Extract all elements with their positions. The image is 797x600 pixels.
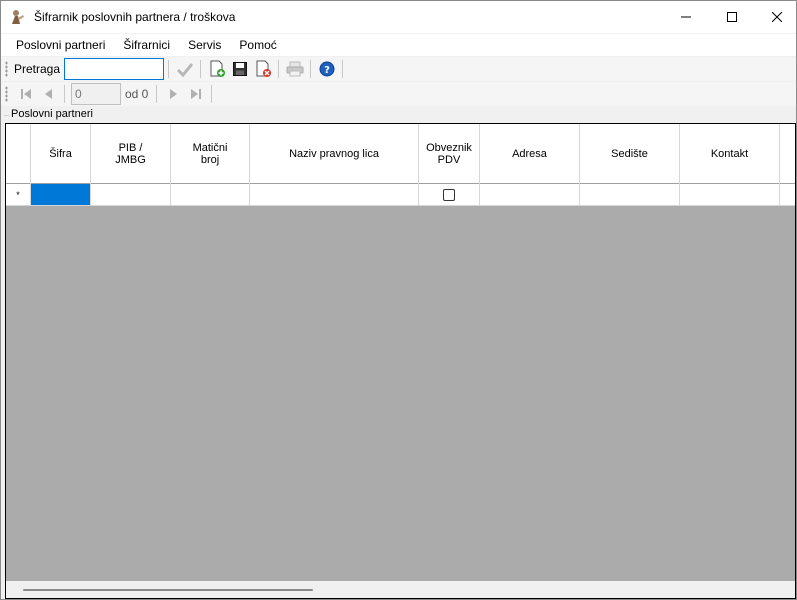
- grid-header: Šifra PIB / JMBG Matični broj Naziv prav…: [6, 124, 795, 184]
- next-record-button[interactable]: [161, 83, 184, 105]
- column-header-kontakt[interactable]: Kontakt: [680, 124, 780, 184]
- column-header-label: Sedište: [611, 148, 648, 160]
- group-box-line: [4, 115, 9, 116]
- group-box-label: Poslovni partneri: [11, 108, 93, 120]
- maximize-icon: [727, 12, 737, 22]
- menu-servis[interactable]: Servis: [179, 34, 230, 56]
- check-icon: [176, 63, 193, 77]
- help-icon: ?: [319, 61, 335, 77]
- toolbar-separator: [342, 60, 344, 78]
- minimize-button[interactable]: [663, 1, 709, 33]
- cell-sifra[interactable]: [31, 184, 91, 205]
- minimize-icon: [681, 16, 691, 18]
- menu-pomoc[interactable]: Pomoć: [230, 34, 285, 56]
- toolbar-separator: [168, 60, 170, 78]
- column-header-label: Šifra: [49, 148, 72, 160]
- main-toolbar: Pretraga ?: [1, 57, 796, 81]
- last-record-button[interactable]: [184, 83, 207, 105]
- print-icon: [286, 61, 304, 77]
- column-header-label: Adresa: [512, 148, 547, 160]
- app-icon: [12, 10, 24, 24]
- next-icon: [169, 89, 177, 99]
- close-icon: [772, 12, 782, 22]
- column-header-label: Kontakt: [710, 148, 749, 160]
- cell-sediste[interactable]: [580, 184, 680, 205]
- close-button[interactable]: [754, 1, 797, 33]
- confirm-button[interactable]: [173, 58, 196, 80]
- column-header-sifra[interactable]: Šifra: [31, 124, 91, 184]
- search-input[interactable]: [64, 58, 165, 80]
- cell-obveznik-pdv[interactable]: [419, 184, 480, 205]
- title-bar[interactable]: Šifrarnik poslovnih partnera / troškova: [1, 1, 796, 33]
- scrollbar-thumb[interactable]: [23, 589, 313, 591]
- delete-document-icon: [256, 60, 271, 77]
- main-window: Šifrarnik poslovnih partnera / troškova …: [0, 0, 797, 600]
- toolbar-grip[interactable]: [5, 61, 8, 77]
- save-icon: [232, 62, 247, 76]
- row-header[interactable]: *: [6, 184, 31, 205]
- svg-text:?: ?: [324, 65, 330, 76]
- toolbar-grip[interactable]: [5, 86, 8, 102]
- save-button[interactable]: [228, 58, 251, 80]
- new-row[interactable]: *: [6, 184, 795, 206]
- toolbar-separator: [310, 60, 312, 78]
- new-row-marker: *: [16, 189, 20, 200]
- new-record-button[interactable]: [205, 58, 228, 80]
- column-header-sediste[interactable]: Sedište: [580, 124, 680, 184]
- menu-bar: Poslovni partneri Šifrarnici Servis Pomo…: [1, 34, 796, 56]
- horizontal-scrollbar[interactable]: [6, 581, 795, 598]
- window-title: Šifrarnik poslovnih partnera / troškova: [34, 10, 236, 24]
- obveznik-pdv-checkbox[interactable]: [443, 188, 455, 201]
- column-header-obveznik-pdv[interactable]: Obveznik PDV: [419, 124, 480, 184]
- row-header-corner[interactable]: [6, 124, 31, 184]
- menu-sifrarnici[interactable]: Šifrarnici: [114, 34, 179, 56]
- row-filler: [780, 184, 795, 205]
- last-icon: [190, 89, 201, 99]
- navigator-toolbar: od 0: [1, 82, 796, 106]
- previous-record-button[interactable]: [37, 83, 60, 105]
- toolbar-separator: [200, 60, 202, 78]
- cell-maticni-broj[interactable]: [171, 184, 250, 205]
- column-header-naziv[interactable]: Naziv pravnog lica: [250, 124, 419, 184]
- toolbar-separator: [211, 85, 213, 103]
- column-header-maticni-broj[interactable]: Matični broj: [171, 124, 250, 184]
- first-record-button[interactable]: [14, 83, 37, 105]
- search-label: Pretraga: [14, 62, 61, 76]
- column-header-label: Naziv pravnog lica: [289, 148, 379, 160]
- cell-naziv[interactable]: [250, 184, 419, 205]
- delete-record-button[interactable]: [251, 58, 274, 80]
- toolbar-separator: [278, 60, 280, 78]
- help-button[interactable]: ?: [315, 58, 338, 80]
- maximize-button[interactable]: [709, 1, 755, 33]
- cell-adresa[interactable]: [480, 184, 580, 205]
- column-header-filler: [780, 124, 795, 184]
- print-button[interactable]: [283, 58, 306, 80]
- column-header-label: PIB / JMBG: [115, 142, 146, 166]
- first-icon: [20, 89, 31, 99]
- previous-icon: [44, 89, 52, 99]
- toolbar-separator: [156, 85, 158, 103]
- cell-pib[interactable]: [91, 184, 171, 205]
- record-count-label: od 0: [125, 87, 149, 101]
- menu-poslovni-partneri[interactable]: Poslovni partneri: [7, 34, 114, 56]
- partners-grid[interactable]: Šifra PIB / JMBG Matični broj Naziv prav…: [5, 123, 796, 599]
- record-position-input[interactable]: [71, 83, 121, 105]
- add-document-icon: [210, 60, 225, 77]
- column-header-label: Matični broj: [192, 142, 228, 166]
- column-header-pib[interactable]: PIB / JMBG: [91, 124, 171, 184]
- cell-kontakt[interactable]: [680, 184, 780, 205]
- toolbar-separator: [64, 85, 65, 103]
- column-header-adresa[interactable]: Adresa: [480, 124, 580, 184]
- column-header-label: Obveznik PDV: [426, 142, 472, 166]
